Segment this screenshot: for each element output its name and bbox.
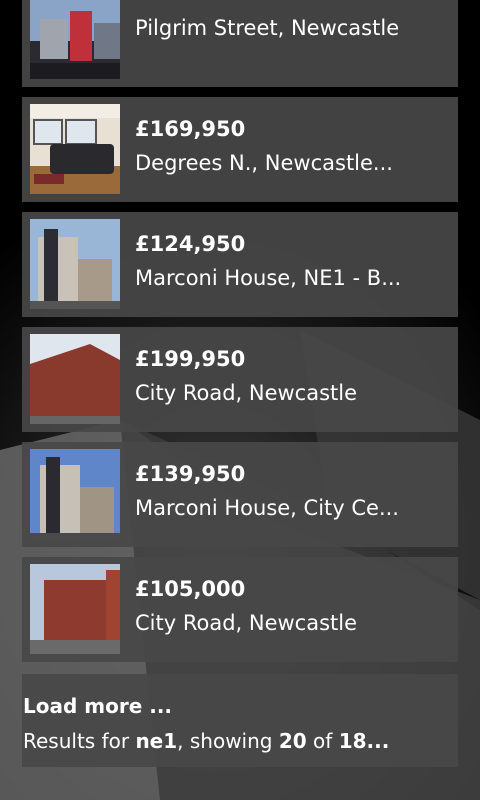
- property-card[interactable]: Pilgrim Street, Newcastle: [22, 0, 458, 87]
- results-shown-count: 20: [278, 729, 307, 753]
- load-more-label: Load more ...: [23, 694, 173, 718]
- property-card[interactable]: £124,950 Marconi House, NE1 - B...: [22, 212, 458, 317]
- listing-address: Marconi House, City Ce...: [135, 496, 399, 520]
- living-room-photo-icon: [30, 104, 120, 194]
- property-card[interactable]: £169,950 Degrees N., Newcastle...: [22, 97, 458, 202]
- apartment-building-photo-icon: [30, 449, 120, 539]
- results-summary-of: of: [306, 729, 339, 753]
- results-total-count: 18...: [338, 729, 390, 753]
- listing-price: £124,950: [135, 232, 246, 256]
- apartment-building-photo-icon: [30, 219, 120, 309]
- street-photo-icon: [30, 0, 120, 79]
- property-card[interactable]: £139,950 Marconi House, City Ce...: [22, 442, 458, 547]
- search-query: ne1: [135, 729, 178, 753]
- results-summary: Results for ne1, showing 20 of 18...: [23, 727, 423, 755]
- brick-building-photo-icon: [30, 334, 120, 424]
- listing-price: £139,950: [135, 462, 246, 486]
- results-summary-mid: , showing: [177, 729, 279, 753]
- load-more-button[interactable]: Load more ... Results for ne1, showing 2…: [22, 674, 458, 767]
- listing-address: City Road, Newcastle: [135, 611, 358, 635]
- listing-price: £199,950: [135, 347, 246, 371]
- listing-address: City Road, Newcastle: [135, 381, 358, 405]
- listing-address: Pilgrim Street, Newcastle: [135, 16, 400, 40]
- brick-building-photo-icon: [30, 564, 120, 654]
- listing-address: Degrees N., Newcastle...: [135, 151, 393, 175]
- results-summary-prefix: Results for: [23, 729, 136, 753]
- listing-price: £105,000: [135, 577, 246, 601]
- property-card[interactable]: £199,950 City Road, Newcastle: [22, 327, 458, 432]
- listing-price: £169,950: [135, 117, 246, 141]
- property-card[interactable]: £105,000 City Road, Newcastle: [22, 557, 458, 662]
- listing-address: Marconi House, NE1 - B...: [135, 266, 402, 290]
